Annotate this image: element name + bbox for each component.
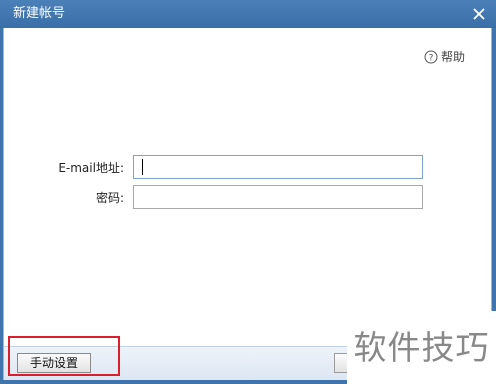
- close-icon: [473, 8, 485, 20]
- password-field[interactable]: [133, 185, 423, 209]
- manual-setup-button[interactable]: 手动设置: [17, 353, 91, 373]
- close-button[interactable]: [468, 3, 490, 25]
- help-label: 帮助: [440, 50, 465, 64]
- text-caret: [142, 159, 143, 175]
- dialog-title: 新建帐号: [13, 6, 66, 21]
- help-link[interactable]: ? 帮助: [424, 48, 465, 65]
- email-label: E-mail地址:: [58, 161, 124, 175]
- title-bar[interactable]: 新建帐号: [0, 0, 496, 28]
- email-field[interactable]: [133, 155, 423, 179]
- question-circle-icon: ?: [424, 50, 438, 63]
- password-label: 密码:: [95, 191, 124, 205]
- svg-text:?: ?: [429, 53, 434, 63]
- watermark: 软件技巧: [347, 311, 496, 384]
- dialog-content: ? 帮助 E-mail地址: 密码:: [3, 28, 492, 346]
- new-account-dialog: 新建帐号 ? 帮助 E-mail地址: 密码: 手动设置 软件技巧: [0, 0, 496, 384]
